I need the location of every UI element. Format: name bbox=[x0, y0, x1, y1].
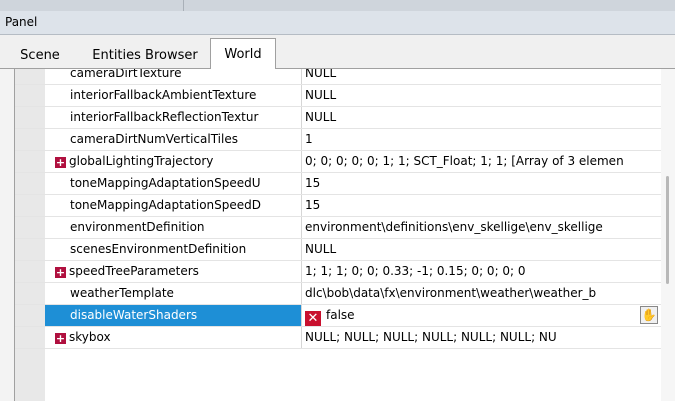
top-strip bbox=[0, 0, 675, 11]
property-row[interactable]: toneMappingAdaptationSpeedU 15 bbox=[15, 173, 661, 195]
expand-plus-icon[interactable]: + bbox=[55, 333, 66, 344]
property-row[interactable]: environmentDefinition environment\defini… bbox=[15, 217, 661, 239]
property-row[interactable]: weatherTemplate dlc\bob\data\fx\environm… bbox=[15, 283, 661, 305]
property-value[interactable]: environment\definitions\env_skellige\env… bbox=[302, 217, 661, 238]
property-name-cell: + skybox bbox=[45, 327, 302, 348]
property-name: cameraDirtTexture bbox=[45, 69, 302, 84]
property-value[interactable]: 15 bbox=[302, 173, 661, 194]
panel-title: Panel bbox=[5, 15, 38, 29]
property-value[interactable]: 1; 1; 1; 0; 0; 0.33; -1; 0.15; 0; 0; 0; … bbox=[302, 261, 661, 282]
property-name: skybox bbox=[69, 330, 111, 344]
vertical-scrollbar[interactable] bbox=[661, 69, 675, 401]
top-strip-divider bbox=[183, 0, 184, 11]
property-row[interactable]: toneMappingAdaptationSpeedD 15 bbox=[15, 195, 661, 217]
property-name: disableWaterShaders bbox=[45, 305, 302, 326]
property-row[interactable]: scenesEnvironmentDefinition NULL bbox=[15, 239, 661, 261]
property-value[interactable]: 0; 0; 0; 0; 0; 1; 1; SCT_Float; 1; 1; [A… bbox=[302, 151, 661, 172]
hand-icon[interactable]: ✋ bbox=[640, 306, 658, 324]
property-row[interactable]: cameraDirtNumVerticalTiles 1 bbox=[15, 129, 661, 151]
property-row[interactable]: + globalLightingTrajectory 0; 0; 0; 0; 0;… bbox=[15, 151, 661, 173]
property-name: environmentDefinition bbox=[45, 217, 302, 238]
property-value[interactable]: NULL; NULL; NULL; NULL; NULL; NULL; NU bbox=[302, 327, 661, 348]
property-name: interiorFallbackReflectionTextur bbox=[45, 107, 302, 128]
property-value[interactable]: NULL bbox=[302, 239, 661, 260]
tab-bar: Scene Entities Browser World bbox=[0, 35, 675, 70]
scrollbar-thumb[interactable] bbox=[666, 176, 669, 284]
property-row[interactable]: + skybox NULL; NULL; NULL; NULL; NULL; NU… bbox=[15, 327, 661, 349]
red-x-icon[interactable]: ✕ bbox=[305, 311, 321, 326]
tab-scene[interactable]: Scene bbox=[0, 43, 80, 69]
expand-plus-icon[interactable]: + bbox=[55, 157, 66, 168]
property-name-cell: + globalLightingTrajectory bbox=[45, 151, 302, 172]
property-name: cameraDirtNumVerticalTiles bbox=[45, 129, 302, 150]
tab-entities-browser[interactable]: Entities Browser bbox=[80, 43, 210, 69]
property-name: toneMappingAdaptationSpeedD bbox=[45, 195, 302, 216]
property-value[interactable]: NULL bbox=[302, 69, 661, 84]
property-name-cell: + speedTreeParameters bbox=[45, 261, 302, 282]
property-value[interactable]: NULL bbox=[302, 85, 661, 106]
property-row-selected[interactable]: disableWaterShaders ✕ false ✋ bbox=[15, 305, 661, 327]
property-value: false bbox=[326, 308, 355, 322]
property-name: weatherTemplate bbox=[45, 283, 302, 304]
property-value[interactable]: NULL bbox=[302, 107, 661, 128]
panel-header: Panel bbox=[0, 11, 675, 35]
property-name: toneMappingAdaptationSpeedU bbox=[45, 173, 302, 194]
property-name: globalLightingTrajectory bbox=[69, 154, 214, 168]
property-name: speedTreeParameters bbox=[69, 264, 199, 278]
property-value[interactable]: 15 bbox=[302, 195, 661, 216]
property-row[interactable]: cameraDirtTexture NULL bbox=[15, 69, 661, 85]
property-row[interactable]: interiorFallbackAmbientTexture NULL bbox=[15, 85, 661, 107]
property-name: scenesEnvironmentDefinition bbox=[45, 239, 302, 260]
property-grid: cameraDirtTexture NULL interiorFallbackA… bbox=[14, 69, 675, 401]
expand-plus-icon[interactable]: + bbox=[55, 267, 66, 278]
property-value-cell[interactable]: ✕ false ✋ bbox=[302, 305, 661, 326]
property-row[interactable]: interiorFallbackReflectionTextur NULL bbox=[15, 107, 661, 129]
property-row[interactable]: + speedTreeParameters 1; 1; 1; 0; 0; 0.33… bbox=[15, 261, 661, 283]
tab-world[interactable]: World bbox=[210, 38, 276, 70]
property-value[interactable]: dlc\bob\data\fx\environment\weather\weat… bbox=[302, 283, 661, 304]
property-value[interactable]: 1 bbox=[302, 129, 661, 150]
property-name: interiorFallbackAmbientTexture bbox=[45, 85, 302, 106]
